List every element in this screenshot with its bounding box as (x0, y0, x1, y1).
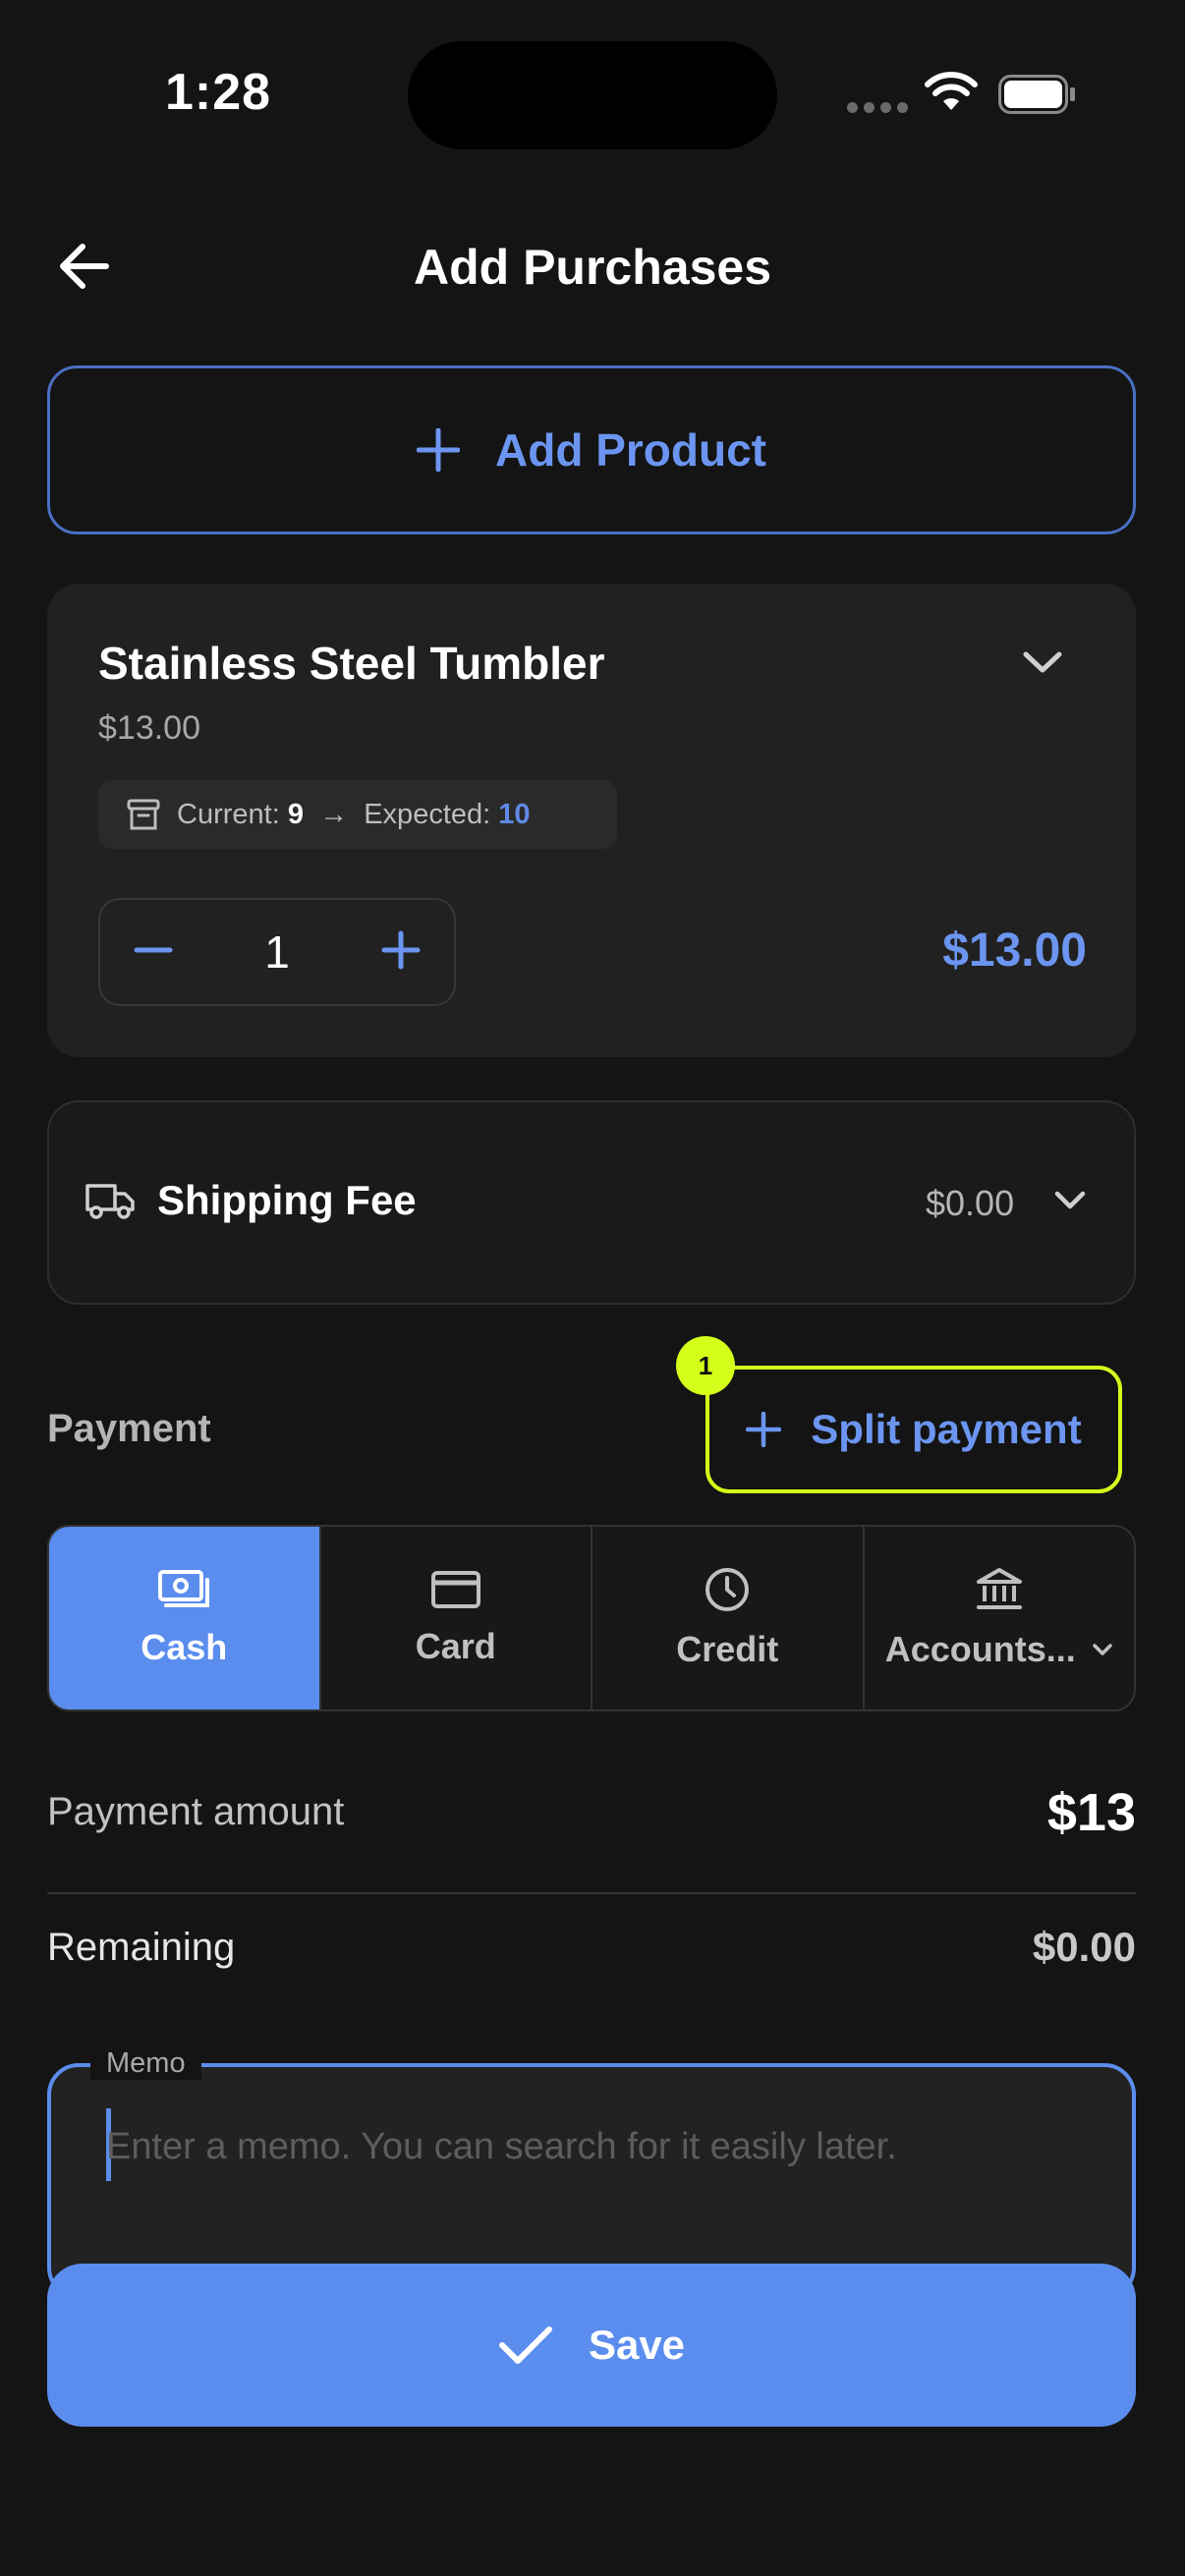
divider (47, 1892, 1136, 1894)
chevron-down-icon (1093, 1644, 1112, 1655)
shipping-fee-value: $0.00 (926, 1183, 1015, 1223)
remaining-label: Remaining (47, 1926, 236, 1969)
add-product-button[interactable]: Add Product (47, 365, 1136, 534)
plus-icon (746, 1412, 782, 1447)
cash-icon (158, 1570, 210, 1607)
current-stock-value: 9 (287, 798, 304, 830)
product-price: $13.00 (98, 709, 200, 747)
plus-icon (417, 428, 460, 472)
memo-label: Memo (90, 2047, 201, 2080)
truck-icon (85, 1181, 136, 1225)
expected-stock-label: Expected: (364, 798, 491, 830)
product-name: Stainless Steel Tumbler (98, 638, 605, 689)
tab-accounts-label: Accounts... (884, 1629, 1076, 1669)
line-total: $13.00 (942, 924, 1087, 977)
chevron-down-icon[interactable] (1053, 1189, 1087, 1217)
payment-amount-label: Payment amount (47, 1790, 345, 1833)
payment-section-label: Payment (47, 1407, 211, 1450)
current-stock-label: Current: (177, 798, 280, 830)
plus-icon (381, 930, 421, 969)
save-label: Save (588, 2322, 686, 2368)
bank-icon (976, 1568, 1022, 1609)
add-product-label: Add Product (495, 424, 766, 476)
archive-box-icon (127, 799, 160, 830)
wifi-icon (924, 71, 979, 119)
remaining-value: $0.00 (1032, 1924, 1136, 1970)
split-payment-label: Split payment (811, 1406, 1082, 1452)
tab-credit[interactable]: Credit (592, 1527, 865, 1709)
cellular-signal-icon (847, 102, 908, 113)
tab-cash-label: Cash (141, 1627, 228, 1667)
stock-info-chip: Current: 9 → Expected: 10 (98, 780, 617, 849)
checkmark-icon (498, 2326, 552, 2364)
arrow-right-icon: → (319, 798, 349, 830)
payment-amount-value[interactable]: $13 (1047, 1782, 1136, 1843)
tab-card-label: Card (415, 1626, 496, 1666)
increment-button[interactable] (381, 930, 421, 975)
quantity-value[interactable]: 1 (264, 925, 290, 979)
card-icon (430, 1571, 480, 1608)
memo-input[interactable] (106, 2112, 1099, 2181)
chevron-down-icon[interactable] (1022, 648, 1063, 681)
tab-accounts[interactable]: Accounts... (865, 1527, 1135, 1709)
tab-credit-label: Credit (676, 1629, 779, 1669)
quantity-stepper: 1 (98, 898, 456, 1006)
save-button[interactable]: Save (47, 2264, 1136, 2427)
clock-icon (705, 1568, 750, 1611)
tab-cash[interactable]: Cash (49, 1527, 321, 1709)
battery-icon (998, 75, 1077, 114)
shipping-fee-label: Shipping Fee (157, 1177, 417, 1223)
payment-method-tabs: Cash Card Credit Accounts... (47, 1525, 1136, 1711)
tab-card[interactable]: Card (321, 1527, 592, 1709)
minus-icon (134, 947, 173, 952)
status-time: 1:28 (165, 64, 272, 121)
highlight-badge: 1 (676, 1336, 735, 1395)
decrement-button[interactable] (134, 930, 173, 975)
dynamic-island (408, 41, 777, 149)
expected-stock-value: 10 (498, 798, 531, 830)
page-title: Add Purchases (413, 240, 771, 295)
split-payment-button[interactable]: Split payment (705, 1366, 1122, 1493)
